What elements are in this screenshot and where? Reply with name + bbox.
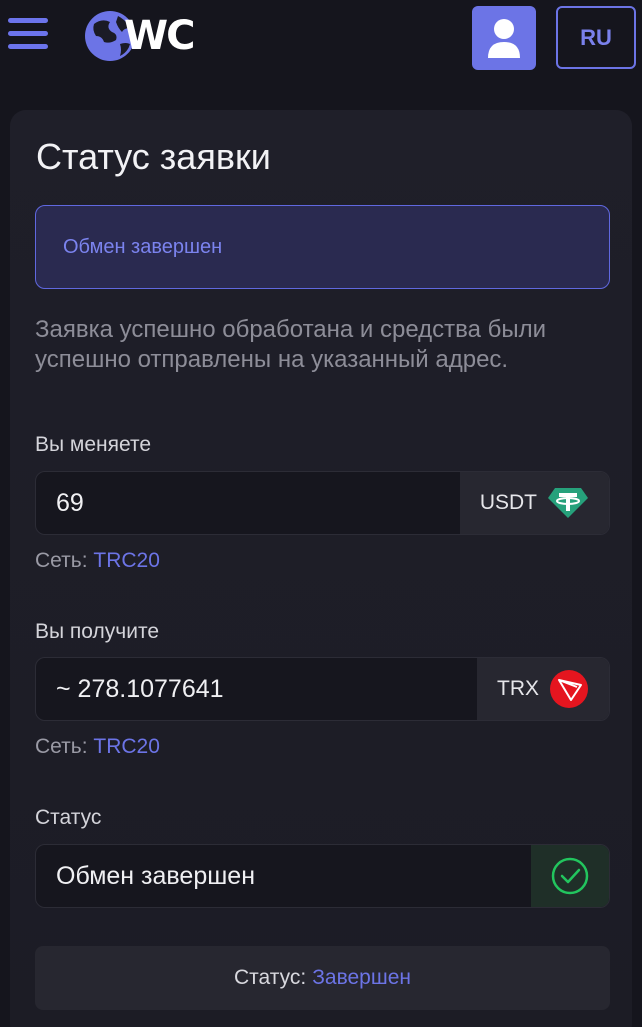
receive-network: Сеть: TRC20 — [35, 735, 160, 758]
receive-currency[interactable]: TRX — [477, 658, 609, 720]
send-currency-label: USDT — [479, 491, 537, 514]
receive-currency-label: TRX — [497, 677, 539, 700]
user-icon — [488, 19, 520, 58]
send-amount-field: 69 USDT — [35, 471, 610, 535]
check-circle-icon — [551, 857, 589, 895]
status-field: Обмен завершен — [35, 844, 610, 908]
status-banner-text: Обмен завершен — [63, 235, 223, 258]
tron-icon — [550, 670, 588, 708]
status-banner: Обмен завершен — [35, 205, 610, 289]
status-description: Заявка успешно обработана и средства был… — [35, 316, 547, 373]
app-header: WC RU — [0, 0, 642, 78]
page-title: Статус заявки — [36, 136, 271, 177]
receive-network-value: TRC20 — [93, 735, 160, 758]
user-account-button[interactable] — [472, 6, 536, 70]
menu-icon — [8, 18, 48, 23]
receive-amount-field: ~ 278.1077641 TRX — [35, 657, 610, 721]
footer-status-value: Завершен — [312, 966, 411, 989]
send-amount: 69 — [56, 488, 84, 517]
status-value: Обмен завершен — [56, 861, 255, 890]
footer-status-bar: Статус: Завершен — [35, 946, 610, 1010]
logo-text: WC — [124, 13, 195, 59]
footer-status-label: Статус: — [234, 966, 307, 989]
send-network-value: TRC20 — [93, 549, 160, 572]
send-network: Сеть: TRC20 — [35, 549, 160, 572]
send-label: Вы меняете — [35, 433, 152, 456]
language-button[interactable]: RU — [556, 6, 636, 69]
logo[interactable]: WC — [80, 8, 195, 64]
status-check — [531, 845, 609, 907]
status-label: Статус — [35, 806, 102, 829]
menu-button[interactable] — [8, 18, 48, 54]
send-currency[interactable]: USDT — [459, 472, 609, 534]
receive-label: Вы получите — [35, 620, 160, 643]
receive-amount: ~ 278.1077641 — [56, 674, 224, 703]
tether-icon — [548, 488, 588, 518]
